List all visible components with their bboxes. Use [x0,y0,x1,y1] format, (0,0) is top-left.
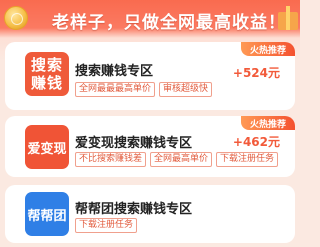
reward-amount: +524元 [232,66,280,80]
aibianxian-logo: 爱变现 [25,125,69,169]
tag: 下载注册任务 [216,152,279,167]
hot-recommend-badge: 火热推荐 [241,116,295,130]
card-title: 帮帮团搜索赚钱专区 [75,202,193,217]
card-title: 搜索赚钱专区 [75,64,154,79]
card-title: 爱变现搜索赚钱专区 [75,136,193,151]
search-earn-logo: 搜索 赚钱 [25,52,69,96]
task-card-search-earn[interactable]: 搜索 赚钱 搜索赚钱专区 全网最最最高单价 审核超级快 火热推荐 +524元 [5,42,295,110]
bangbangtuan-logo: 帮帮团 [25,192,69,236]
tag: 不比搜索赚钱差 [75,152,147,167]
gift-icon [278,0,298,30]
tag-list: 不比搜索赚钱差 全网最高单价 下载注册任务 [75,152,279,167]
reward-amount: +462元 [232,135,280,149]
tag: 下载注册任务 [75,218,138,233]
tag: 全网最最最高单价 [75,82,156,97]
banner-title: 老样子，只做全网最高收益！！ [52,13,300,33]
tag-list: 全网最最最高单价 审核超级快 [75,82,213,97]
task-card-bangbangtuan[interactable]: 帮帮团 帮帮团搜索赚钱专区 下载注册任务 [5,185,295,243]
task-card-aibianxian[interactable]: 爱变现 爱变现搜索赚钱专区 不比搜索赚钱差 全网最高单价 下载注册任务 火热推荐… [5,116,295,177]
coin-icon [4,6,28,30]
tag: 审核超级快 [159,82,213,97]
tag: 全网最高单价 [150,152,213,167]
hot-recommend-badge: 火热推荐 [241,42,295,56]
tag-list: 下载注册任务 [75,218,138,233]
screen: 老样子，只做全网最高收益！！ 搜索 赚钱 搜索赚钱专区 全网最最最高单价 审核超… [0,0,300,247]
top-banner: 老样子，只做全网最高收益！！ [0,0,300,36]
